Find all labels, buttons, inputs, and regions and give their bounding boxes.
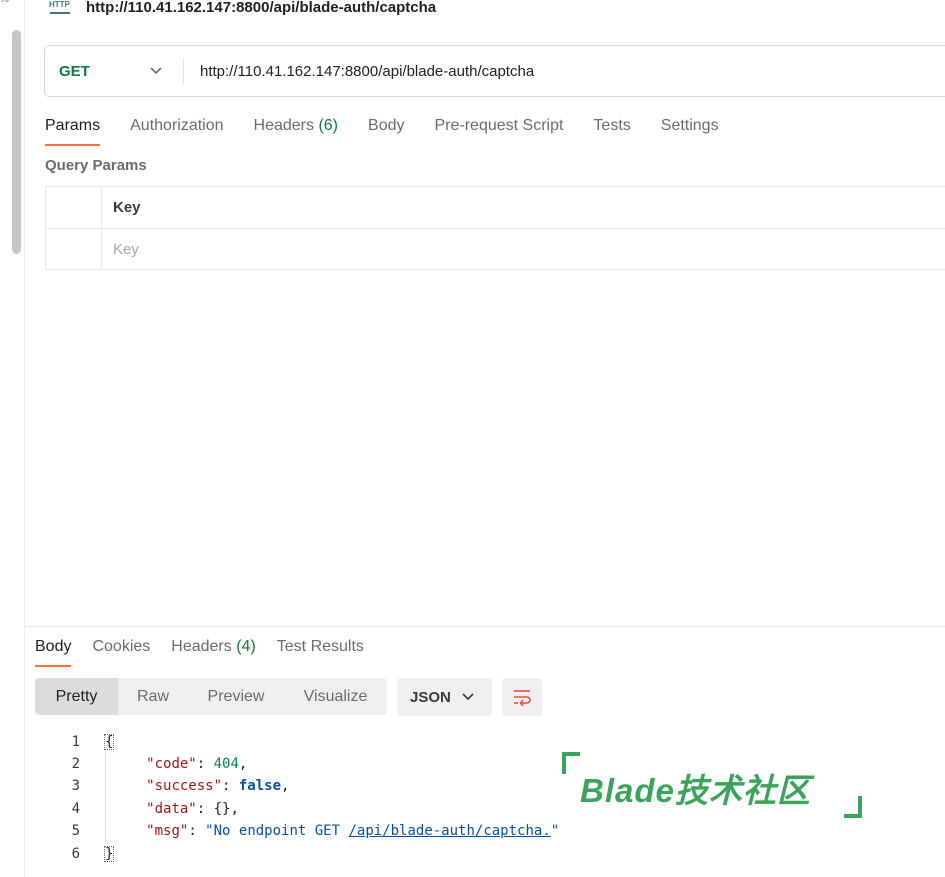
left-gutter: % — [0, 0, 25, 877]
view-preview-button[interactable]: Preview — [188, 678, 284, 715]
tab-label: Body — [368, 117, 405, 134]
endpoint-link[interactable]: /api/blade-auth/captcha. — [348, 823, 550, 839]
view-pretty-button[interactable]: Pretty — [35, 678, 118, 715]
query-params-heading: Query Params — [45, 157, 147, 174]
watermark: Blade技术社区 — [562, 752, 862, 818]
json-key: "success" — [146, 778, 223, 794]
view-raw-button[interactable]: Raw — [118, 678, 188, 715]
watermark-corner — [562, 752, 580, 774]
tab-body[interactable]: Body — [368, 116, 404, 146]
format-select[interactable]: JSON — [397, 678, 492, 716]
method-select[interactable]: GET — [59, 46, 90, 96]
headers-count: (6) — [318, 117, 339, 134]
open-brace: { — [104, 734, 115, 750]
tab-label: Authorization — [130, 117, 224, 134]
code-line: } — [104, 846, 115, 862]
wrap-lines-icon — [514, 690, 531, 706]
json-key: "msg" — [146, 823, 189, 839]
table-row: Key — [46, 228, 945, 269]
response-tabs: Body Cookies Headers (4) Test Results — [35, 637, 385, 667]
tab-label: Cookies — [92, 638, 151, 655]
line-number: 5 — [71, 823, 80, 839]
tab-label: Body — [35, 638, 72, 655]
tab-pre-request-script[interactable]: Pre-request Script — [434, 116, 563, 146]
line-number: 2 — [71, 756, 80, 772]
url-divider — [183, 58, 184, 84]
key-input[interactable]: Key — [113, 229, 139, 269]
code-line: "success": false, — [146, 778, 290, 794]
json-value: "No endpoint GET — [205, 823, 349, 839]
code-line: "msg": "No endpoint GET /api/blade-auth/… — [146, 823, 560, 839]
tab-test-results[interactable]: Test Results — [277, 637, 364, 667]
tab-authorization[interactable]: Authorization — [130, 116, 223, 146]
tab-label: Settings — [660, 117, 719, 134]
chevron-down-icon — [462, 693, 474, 701]
tab-cookies[interactable]: Cookies — [92, 637, 150, 667]
json-key: "code" — [146, 756, 197, 772]
tab-response-body[interactable]: Body — [35, 637, 72, 667]
close-brace: } — [104, 846, 115, 862]
tab-tests[interactable]: Tests — [593, 116, 630, 146]
json-value: " — [550, 823, 560, 839]
tab-label: Params — [45, 117, 101, 134]
url-bar: GET http://110.41.162.147:8800/api/blade… — [44, 45, 945, 97]
request-title-row: HTTP http://110.41.162.147:8800/api/blad… — [48, 0, 436, 18]
format-label: JSON — [410, 688, 451, 706]
wrap-lines-button[interactable] — [502, 678, 542, 716]
line-number: 3 — [71, 778, 80, 794]
tab-settings[interactable]: Settings — [661, 116, 719, 146]
tab-response-headers[interactable]: Headers (4) — [171, 637, 256, 667]
code-line: "code": 404, — [146, 756, 248, 772]
tab-headers[interactable]: Headers (6) — [254, 116, 339, 146]
line-number: 6 — [71, 846, 80, 862]
tab-label: Test Results — [276, 638, 364, 655]
view-visualize-button[interactable]: Visualize — [284, 678, 387, 715]
gutter-fragment: % — [0, 0, 9, 5]
line-number: 1 — [71, 734, 80, 750]
tab-label: Headers — [253, 117, 314, 134]
watermark-text: Blade技术社区 — [580, 772, 811, 809]
http-icon: HTTP — [48, 0, 72, 17]
tab-label: Headers — [171, 638, 232, 655]
json-value: false — [238, 778, 282, 794]
tab-label: Pre-request Script — [434, 117, 564, 134]
line-number: 4 — [71, 801, 80, 817]
response-divider[interactable] — [24, 626, 945, 627]
chevron-down-icon[interactable] — [149, 64, 163, 78]
json-value: {} — [213, 801, 231, 817]
headers-count: (4) — [236, 638, 256, 655]
key-column-header: Key — [113, 198, 141, 216]
code-line: "data": {}, — [146, 801, 239, 817]
table-header-row: Key — [46, 187, 945, 227]
request-title[interactable]: http://110.41.162.147:8800/api/blade-aut… — [86, 0, 436, 16]
json-value: 404 — [213, 756, 239, 772]
json-key: "data" — [146, 801, 197, 817]
code-line: { — [104, 734, 115, 750]
url-input[interactable]: http://110.41.162.147:8800/api/blade-aut… — [200, 46, 534, 96]
tab-label: Tests — [593, 117, 631, 134]
watermark-corner — [844, 796, 862, 818]
tab-params[interactable]: Params — [45, 116, 101, 146]
request-tabs: Params Authorization Headers (6) Body Pr… — [45, 116, 749, 146]
view-mode-group: Pretty Raw Preview Visualize — [35, 678, 387, 715]
sidebar-scrollbar[interactable] — [12, 30, 21, 254]
query-params-table: Key Key — [45, 186, 945, 270]
